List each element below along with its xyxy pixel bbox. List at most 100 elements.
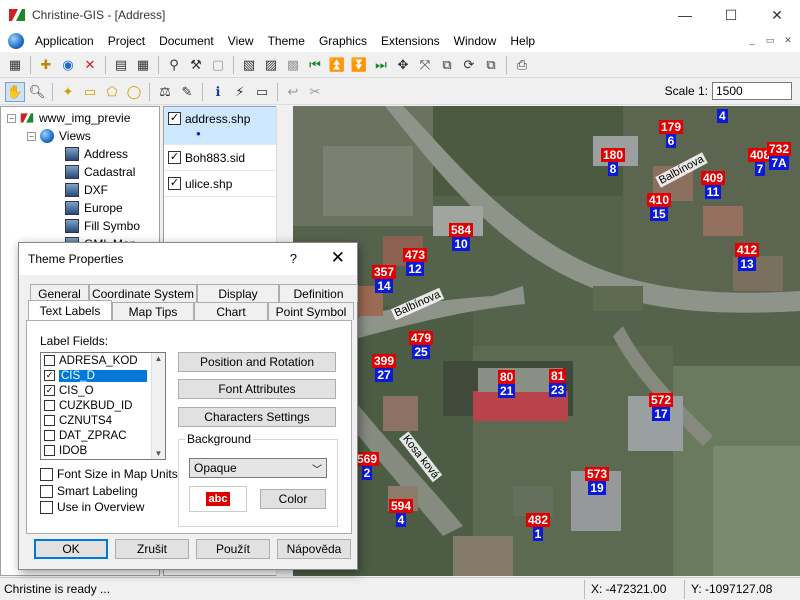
layout-icon[interactable]: ▧ <box>239 55 259 75</box>
edit-split-icon[interactable]: ✂ <box>305 82 325 102</box>
menu-document[interactable]: Document <box>152 34 221 48</box>
address-label[interactable]: 399 27 <box>372 354 397 382</box>
add-theme-icon[interactable]: ✚ <box>36 55 56 75</box>
zoom-extent-icon[interactable]: ⤧ <box>415 55 435 75</box>
tree-item-dxf[interactable]: DXF <box>65 181 108 199</box>
scroll-down-icon[interactable]: ▼ <box>152 449 165 458</box>
tab-map-tips[interactable]: Map Tips <box>112 302 194 320</box>
layer-item-boh883[interactable]: ✓ Boh883.sid <box>164 145 290 171</box>
mdi-close-button[interactable]: ✕ <box>780 33 796 47</box>
field-checkbox[interactable] <box>44 430 55 441</box>
address-label[interactable]: 732 7A <box>767 142 792 170</box>
layout3-icon[interactable]: ▩ <box>283 55 303 75</box>
menu-window[interactable]: Window <box>447 34 504 48</box>
minimize-button[interactable]: — <box>662 0 708 30</box>
tree-item-fill-symbols[interactable]: Fill Symbo <box>65 217 140 235</box>
pan-hand-icon[interactable]: ✋ <box>5 81 25 102</box>
tree-item-cadastral[interactable]: Cadastral <box>65 163 135 181</box>
menu-extensions[interactable]: Extensions <box>374 34 447 48</box>
tab-text-labels[interactable]: Text Labels <box>28 300 112 320</box>
menu-project[interactable]: Project <box>101 34 152 48</box>
field-item[interactable]: CUZKBUD_ID <box>41 398 165 413</box>
address-label[interactable]: 80 21 <box>498 370 516 398</box>
collapse-icon[interactable]: − <box>7 113 16 123</box>
tab-display[interactable]: Display <box>197 284 279 302</box>
scroll-up-icon[interactable]: ▲ <box>152 354 165 363</box>
field-checkbox[interactable] <box>44 355 55 366</box>
tree-root[interactable]: − www_img_previe <box>7 109 130 127</box>
fields-scrollbar[interactable]: ▲ ▼ <box>151 353 165 459</box>
menu-theme[interactable]: Theme <box>261 34 312 48</box>
field-item[interactable]: DAT_ZPRAC <box>41 428 165 443</box>
move-first-icon[interactable]: ⏮ <box>305 55 325 75</box>
address-label[interactable]: 410 15 <box>647 193 672 221</box>
field-item[interactable]: ✓ CIS_D <box>41 368 165 383</box>
print-icon[interactable]: ⎙ <box>512 55 532 75</box>
field-checkbox[interactable] <box>44 415 55 426</box>
address-label[interactable]: 572 17 <box>649 393 674 421</box>
field-item[interactable]: ADRESA_KOD <box>41 353 165 368</box>
color-button[interactable]: Color <box>260 489 326 509</box>
mdi-minimize-button[interactable]: _ <box>744 33 760 47</box>
background-select[interactable]: Opaque ﹀ <box>189 458 327 478</box>
font-attributes-button[interactable]: Font Attributes <box>178 379 336 399</box>
field-checkbox[interactable] <box>44 400 55 411</box>
find-icon[interactable]: ⚲ <box>164 55 184 75</box>
scale-input[interactable] <box>712 82 792 100</box>
table-icon[interactable]: ▦ <box>133 55 153 75</box>
menu-help[interactable]: Help <box>503 34 542 48</box>
layer-item-ulice[interactable]: ✓ ulice.shp <box>164 171 290 197</box>
address-label[interactable]: 179 6 <box>659 120 684 148</box>
copy-icon[interactable]: ⧉ <box>481 55 501 75</box>
apply-button[interactable]: Použít <box>196 539 270 559</box>
address-label[interactable]: 357 14 <box>372 265 397 293</box>
layer-item-address[interactable]: ✓ address.shp ● <box>164 107 290 145</box>
globe-icon[interactable] <box>8 33 24 49</box>
menu-graphics[interactable]: Graphics <box>312 34 374 48</box>
tab-point-symbol[interactable]: Point Symbol <box>268 302 354 320</box>
text-icon[interactable]: ▭ <box>252 82 272 102</box>
address-label[interactable]: 4 <box>717 109 728 123</box>
select-magic-icon[interactable]: ✦ <box>58 82 78 102</box>
field-checkbox[interactable] <box>44 445 55 456</box>
field-item[interactable]: IDOB <box>41 443 165 458</box>
option-checkbox[interactable] <box>40 484 53 498</box>
ok-button[interactable]: OK <box>34 539 108 559</box>
measure-icon[interactable]: ⚖ <box>155 82 175 102</box>
select-poly-icon[interactable]: ⬠ <box>102 82 122 102</box>
option-checkbox[interactable] <box>40 467 53 481</box>
address-label[interactable]: 569 2 <box>355 452 380 480</box>
move-up-icon[interactable]: ⏫ <box>327 55 347 75</box>
label-fields-list[interactable]: ADRESA_KOD ✓ CIS_D ✓ CIS_O CUZKBUD_ID CZNU… <box>40 352 166 460</box>
properties-icon[interactable]: ▤ <box>111 55 131 75</box>
zoom-layer-icon[interactable]: ⧉ <box>437 55 457 75</box>
hotlink-icon[interactable]: ⚡ <box>230 82 250 102</box>
layer-checkbox[interactable]: ✓ <box>168 151 181 164</box>
map-view[interactable]: 4 179 6 180 8 408 7 732 7A 409 11 410 15… <box>293 106 800 576</box>
zoom-icon[interactable]: 🔍︎ <box>27 82 47 102</box>
layer-checkbox[interactable]: ✓ <box>168 112 181 125</box>
mdi-restore-button[interactable]: ▭ <box>762 33 778 47</box>
field-item[interactable]: CZNUTS4 <box>41 413 165 428</box>
layer-checkbox[interactable]: ✓ <box>168 177 181 190</box>
zoom-full-icon[interactable]: ✥ <box>393 55 413 75</box>
field-item[interactable]: ✓ CIS_O <box>41 383 165 398</box>
close-button[interactable]: ✕ <box>754 0 800 30</box>
select-circle-icon[interactable]: ◯ <box>124 82 144 102</box>
address-label[interactable]: 584 10 <box>449 223 474 251</box>
field-checkbox[interactable]: ✓ <box>44 370 55 381</box>
maximize-button[interactable]: ☐ <box>708 0 754 30</box>
move-last-icon[interactable]: ⏭ <box>371 55 391 75</box>
address-label[interactable]: 594 4 <box>389 499 414 527</box>
tab-definition[interactable]: Definition <box>279 284 358 302</box>
collapse-icon[interactable]: − <box>27 131 36 141</box>
address-label[interactable]: 409 11 <box>701 171 726 199</box>
address-label[interactable]: 482 1 <box>526 513 551 541</box>
tree-item-europe[interactable]: Europe <box>65 199 123 217</box>
option-use-in-overview[interactable]: Use in Overview <box>40 500 144 514</box>
address-label[interactable]: 573 19 <box>585 467 610 495</box>
dialog-close-button[interactable]: ✕ <box>331 248 345 268</box>
menu-application[interactable]: Application <box>28 34 101 48</box>
project-icon[interactable]: ▦ <box>5 55 25 75</box>
tree-views[interactable]: − Views <box>27 127 91 145</box>
